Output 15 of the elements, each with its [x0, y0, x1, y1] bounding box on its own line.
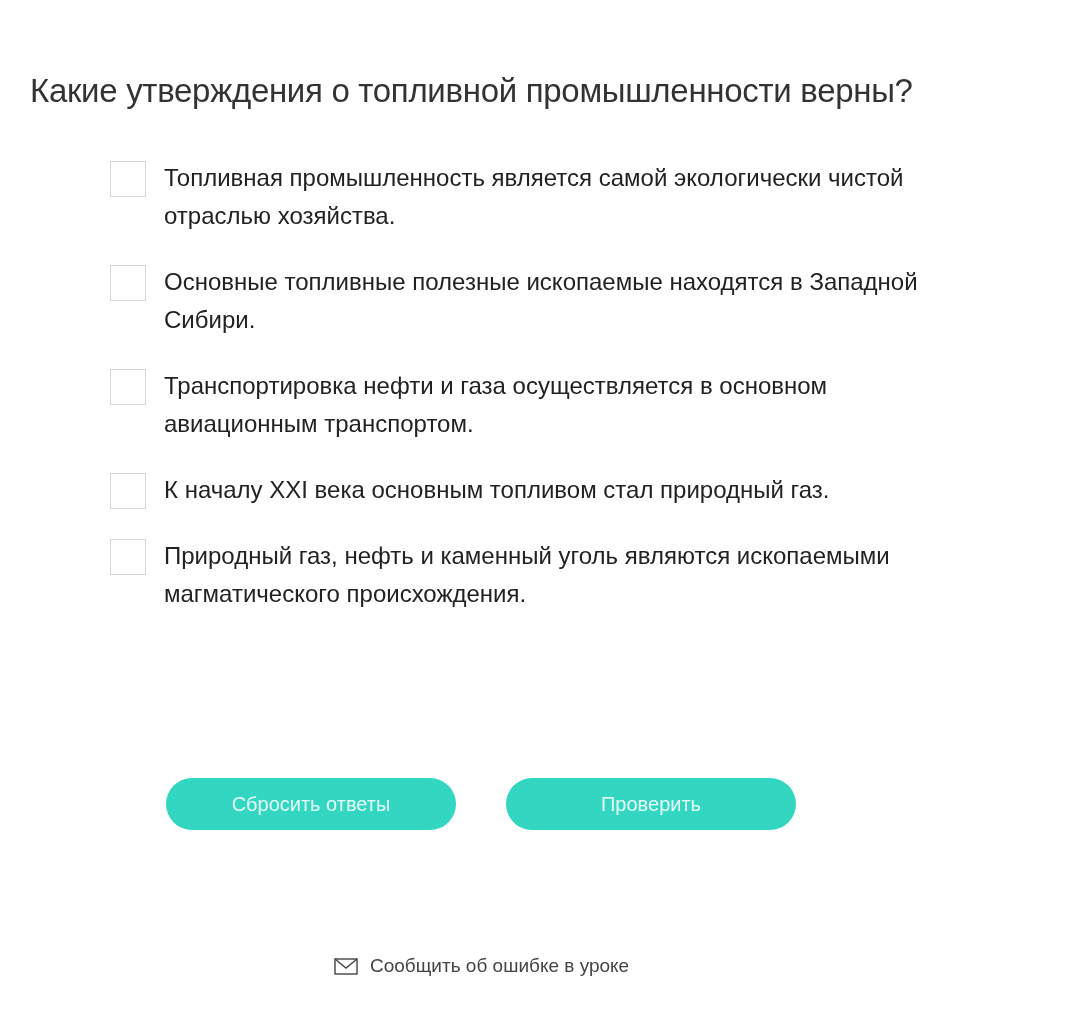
checkbox[interactable] [110, 539, 146, 575]
report-error-link[interactable]: Сообщить об ошибке в уроке [370, 955, 630, 977]
checkbox[interactable] [110, 473, 146, 509]
option-text: К началу XXI века основным топливом стал природный газ. [164, 475, 830, 505]
question-title: Какие утверждения о топливной промышленности верны? [29, 71, 914, 111]
checkbox[interactable] [110, 369, 146, 405]
envelope-icon [334, 957, 358, 975]
option-text: Транспортировка нефти и газа осуществляется в основном авиационным транспортом. [164, 371, 829, 439]
reset-answers-button[interactable]: Сбросить ответы [166, 778, 456, 830]
checkbox[interactable] [110, 161, 146, 197]
checkbox[interactable] [110, 265, 146, 301]
check-button[interactable]: Проверить [506, 778, 796, 830]
option-text: Основные топливные полезные ископаемые находятся в Западной Сибири. [164, 267, 919, 335]
option-text: Топливная промышленность является самой экологически чистой отраслью хозяйства. [164, 163, 905, 231]
option-text: Природный газ, нефть и каменный уголь являются ископаемыми магматического происхождения. [164, 541, 891, 609]
